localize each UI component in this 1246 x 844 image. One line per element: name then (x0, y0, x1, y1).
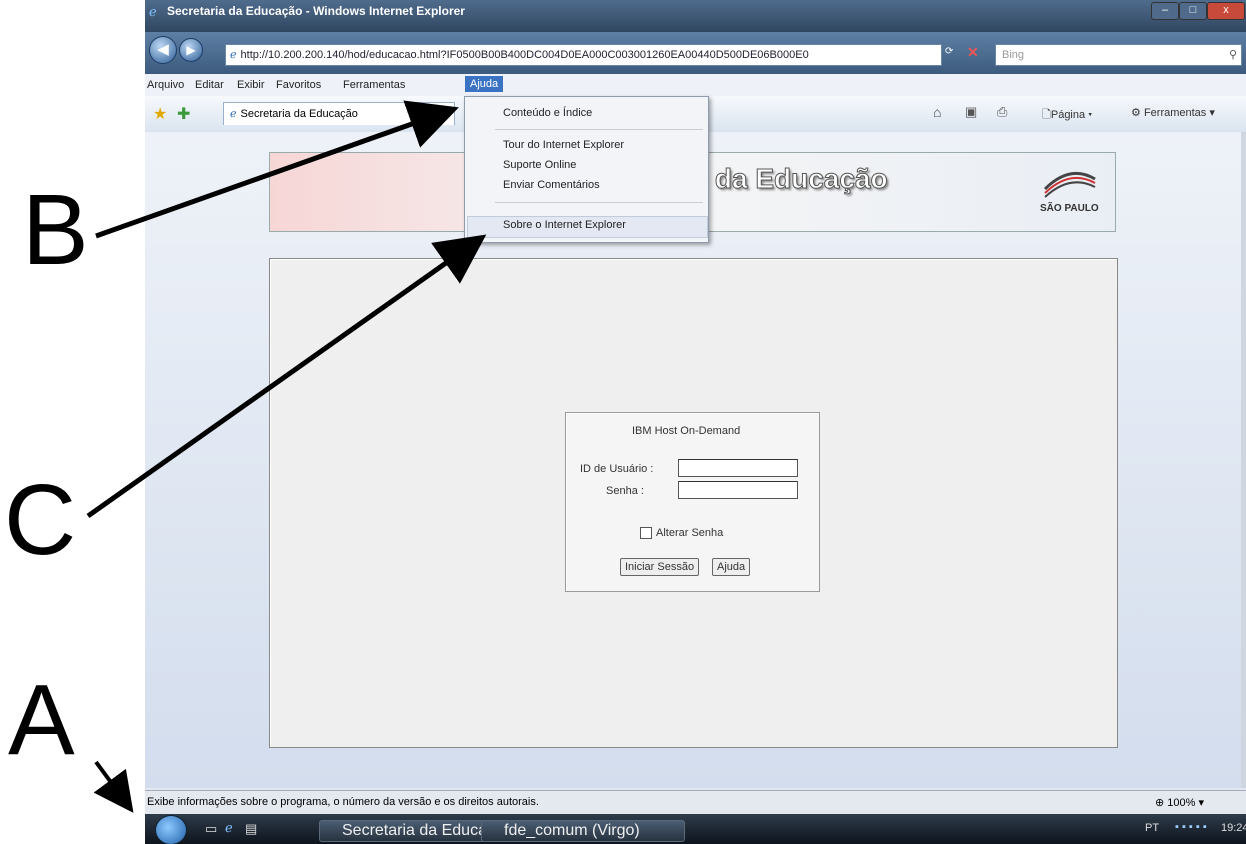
annotation-letter-c: C (4, 464, 77, 576)
zoom-control[interactable]: ⊕ 100% ▾ (1155, 796, 1204, 809)
annotation-letter-b: B (22, 174, 89, 286)
print-icon[interactable]: ⎙ (997, 104, 1007, 120)
zoom-icon: ⊕ (1155, 797, 1165, 809)
help-button[interactable]: Ajuda (712, 558, 751, 576)
sp-state-logo-icon (1043, 171, 1096, 198)
title-bar: ℯ Secretaria da Educação - Windows Inter… (145, 0, 1246, 32)
password-input[interactable] (678, 481, 798, 499)
add-favorite-icon[interactable]: ✚ (177, 104, 190, 124)
forward-button[interactable]: ▶ (179, 38, 203, 62)
menu-ajuda[interactable]: Ajuda (465, 76, 504, 92)
vertical-scrollbar[interactable] (1241, 132, 1246, 788)
url-text: http://10.200.200.140/hod/educacao.html?… (240, 49, 809, 61)
menu-arquivo[interactable]: Arquivo (147, 79, 184, 91)
login-box: IBM Host On-Demand ID de Usuário : Senha… (565, 412, 820, 592)
banner-title: o da Educação (690, 163, 889, 195)
menu-bar: Arquivo Editar Exibir Favoritos Ferramen… (145, 74, 1246, 96)
menu-separator (495, 129, 703, 130)
url-field[interactable]: ℯ http://10.200.200.140/hod/educacao.html… (225, 44, 942, 66)
gear-icon: ⚙ (1131, 107, 1141, 119)
search-placeholder: Bing (1002, 49, 1025, 61)
user-id-input[interactable] (678, 459, 798, 477)
clock: 19:24 (1221, 822, 1246, 834)
page-icon: 🗋 (1042, 109, 1051, 121)
menu-item-about-ie[interactable]: Sobre o Internet Explorer (503, 219, 626, 231)
switch-windows-icon[interactable]: ▤ (245, 821, 257, 837)
tools-menu-label: Ferramentas (1143, 107, 1207, 119)
logo-text: SÃO PAULO (1040, 203, 1099, 214)
page-menu-label: Página (1050, 109, 1086, 121)
login-title: IBM Host On-Demand (632, 425, 741, 437)
page-menu[interactable]: 🗋Página ▾ (1042, 106, 1092, 125)
status-bar: Exibe informações sobre o programa, o nú… (145, 790, 1246, 815)
stop-icon[interactable]: ✕ (967, 44, 979, 61)
annotation-letter-a: A (8, 664, 75, 776)
zoom-level: 100% (1167, 797, 1196, 809)
refresh-icon[interactable]: ⟳ (945, 46, 953, 57)
search-icon[interactable]: ⚲ (1229, 45, 1237, 65)
feeds-icon[interactable]: ▣ (965, 104, 977, 120)
menu-editar[interactable]: Editar (195, 79, 224, 91)
search-input[interactable]: Bing ⚲ (995, 44, 1242, 66)
taskbar-button-ie[interactable]: Secretaria da Educa... (319, 820, 495, 842)
start-session-button[interactable]: Iniciar Sessão (620, 558, 700, 576)
close-button[interactable]: x (1207, 2, 1245, 20)
change-password-checkbox[interactable] (640, 527, 652, 539)
show-desktop-icon[interactable]: ▭ (205, 821, 217, 837)
maximize-button[interactable]: □ (1179, 2, 1207, 20)
menu-exibir[interactable]: Exibir (237, 79, 265, 91)
menu-ferramentas[interactable]: Ferramentas (343, 79, 405, 91)
ie-logo-icon: ℯ (149, 4, 157, 19)
taskbar-button-explorer[interactable]: fde_comum (Virgo) (481, 820, 685, 842)
arrow-a (93, 760, 134, 813)
minimize-button[interactable]: – (1151, 2, 1179, 20)
menu-item-ie-tour[interactable]: Tour do Internet Explorer (503, 139, 624, 151)
menu-item-contents[interactable]: Conteúdo e Índice (503, 107, 592, 119)
window-title: Secretaria da Educação - Windows Interne… (167, 4, 465, 18)
ie-window: ℯ Secretaria da Educação - Windows Inter… (145, 0, 1246, 844)
menu-item-online-support[interactable]: Suporte Online (503, 159, 576, 171)
status-text: Exibe informações sobre o programa, o nú… (147, 796, 539, 808)
change-password-label: Alterar Senha (656, 527, 724, 539)
menu-separator (495, 202, 703, 203)
page-icon: ℯ (230, 49, 237, 61)
tray-icons[interactable]: ▪ ▪ ▪ ▪ ▪ (1175, 821, 1207, 833)
home-icon[interactable]: ⌂ (933, 104, 941, 120)
user-id-label: ID de Usuário : (580, 463, 654, 475)
tab-label: Secretaria da Educação (240, 108, 358, 120)
help-dropdown-menu: Conteúdo e Índice Tour do Internet Explo… (464, 96, 709, 243)
start-button[interactable] (155, 815, 187, 844)
browser-tab[interactable]: ℯ Secretaria da Educação (223, 102, 455, 125)
menu-item-send-feedback[interactable]: Enviar Comentários (503, 179, 600, 191)
language-indicator[interactable]: PT (1145, 822, 1159, 834)
menu-favoritos[interactable]: Favoritos (276, 79, 321, 91)
favorites-star-icon[interactable]: ★ (153, 104, 167, 124)
ie-tab-icon: ℯ (230, 108, 237, 120)
tools-menu[interactable]: ⚙ Ferramentas ▾ (1131, 106, 1215, 119)
password-label: Senha : (606, 485, 644, 497)
taskbar: ▭ ℯ ▤ PT ▪ ▪ ▪ ▪ ▪ 19:24 (145, 814, 1246, 844)
ie-quicklaunch-icon[interactable]: ℯ (225, 820, 233, 836)
back-button[interactable]: ◀ (149, 36, 177, 64)
